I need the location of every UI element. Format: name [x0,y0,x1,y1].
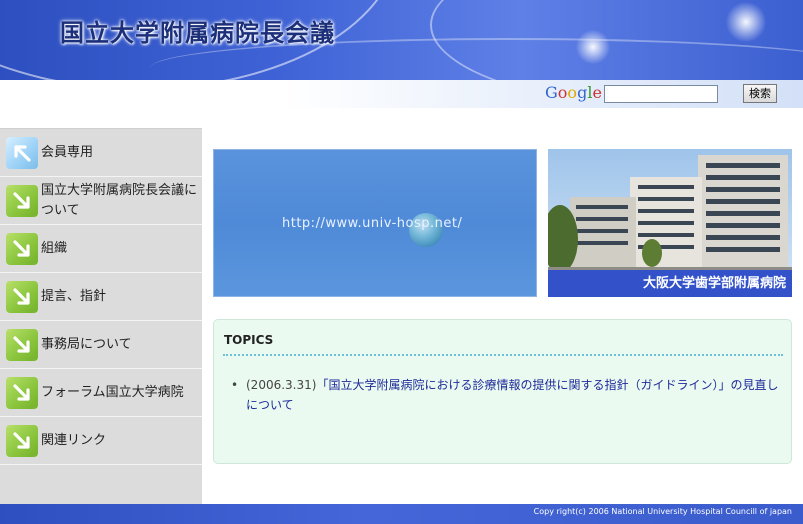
sidebar-item-secretariat[interactable]: 事務局について [0,321,202,369]
sidebar-item-organization[interactable]: 組織 [0,225,202,273]
arrow-down-right-icon [6,329,38,361]
arrow-down-right-icon [6,281,38,313]
arrow-down-right-icon [6,233,38,265]
main-content: http://www.univ-hosp.net/ 大阪大学歯学部附属病院 TO… [202,128,803,504]
sidebar-item-forum[interactable]: フォーラム国立大学病院 [0,369,202,417]
google-logo-letter: G [545,83,558,102]
google-logo: Google [545,83,602,102]
sidebar-item-label: 提言、指針 [41,289,107,304]
topic-link[interactable]: 「国立大学附属病院における診療情報の提供に関する指針（ガイドライン）」の見直しに… [246,378,778,412]
copyright-text: Copy right(c) 2006 National University H… [533,507,792,516]
sidebar-item-members[interactable]: 会員専用 [0,129,202,177]
sidebar-nav: 会員専用 国立大学附属病院長会議について 組織 提言、指針 事務局について フォ… [0,128,202,504]
arrow-down-right-icon [6,185,38,217]
sidebar-item-links[interactable]: 関連リンク [0,417,202,465]
sidebar-item-label: 事務局について [41,337,132,352]
topics-title: TOPICS [224,333,274,347]
arrow-down-right-icon [6,377,38,409]
hospital-photo[interactable]: 大阪大学歯学部附属病院 [548,149,792,297]
google-logo-letter: o [567,83,578,102]
sidebar-item-label: フォーラム国立大学病院 [41,385,184,400]
sidebar-item-label: 国立大学附属病院長会議について [41,183,198,218]
hospital-caption: 大阪大学歯学部附属病院 [548,270,792,297]
google-logo-letter: g [577,83,588,102]
bullet-icon: • [231,378,239,392]
google-logo-text: Google [545,83,602,102]
topic-date: (2006.3.31) [246,378,317,392]
sidebar-item-label: 関連リンク [41,433,107,448]
url-banner-text: http://www.univ-hosp.net/ [282,216,463,231]
sidebar-item-label: 会員専用 [41,145,94,160]
search-bar: Google 検索 [0,80,803,108]
google-logo-letter: e [592,83,602,102]
sidebar-item-proposals[interactable]: 提言、指針 [0,273,202,321]
spacer-band [0,108,803,128]
header-banner: 国立大学附属病院長会議 [0,0,803,80]
arrow-up-left-icon [6,137,38,169]
topics-box: TOPICS • (2006.3.31)「国立大学附属病院における診療情報の提供… [213,319,792,464]
header-light-orb [576,30,610,64]
url-banner[interactable]: http://www.univ-hosp.net/ [213,149,537,297]
google-logo-letter: o [557,83,568,102]
sidebar-item-label: 組織 [41,241,68,256]
topic-item: • (2006.3.31)「国立大学附属病院における診療情報の提供に関する指針（… [231,375,781,415]
header-light-orb [726,2,766,42]
arrow-down-right-icon [6,425,38,457]
search-input[interactable] [604,85,718,103]
footer: Copy right(c) 2006 National University H… [0,504,803,524]
search-button[interactable]: 検索 [743,84,777,103]
topics-divider [223,354,783,356]
sidebar-item-about-council[interactable]: 国立大学附属病院長会議について [0,177,202,225]
site-title[interactable]: 国立大学附属病院長会議 [60,13,335,48]
